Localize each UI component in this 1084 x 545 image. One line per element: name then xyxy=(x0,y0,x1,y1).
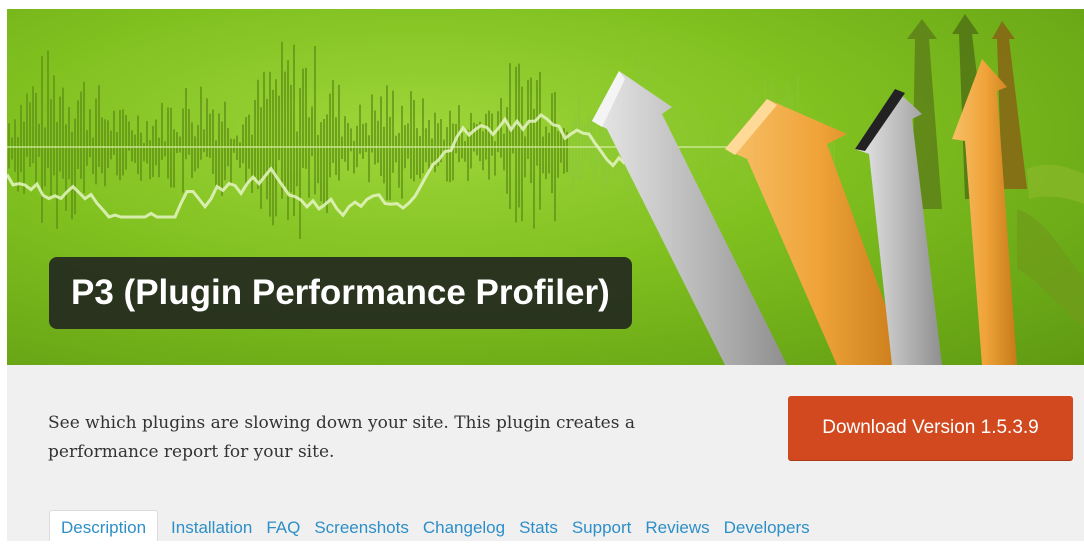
waveform-graphic xyxy=(8,41,835,239)
tab-support[interactable]: Support xyxy=(565,511,639,541)
tab-faq[interactable]: FAQ xyxy=(259,511,307,541)
plugin-tabs: Description Installation FAQ Screenshots… xyxy=(49,510,817,541)
tab-changelog[interactable]: Changelog xyxy=(416,511,512,541)
plugin-info: See which plugins are slowing down your … xyxy=(7,365,1084,541)
download-button[interactable]: Download Version 1.5.3.9 xyxy=(788,396,1073,460)
tab-screenshots[interactable]: Screenshots xyxy=(307,511,416,541)
plugin-title: P3 (Plugin Performance Profiler) xyxy=(49,257,632,329)
tab-developers[interactable]: Developers xyxy=(717,511,817,541)
tab-description[interactable]: Description xyxy=(49,510,159,541)
plugin-banner: P3 (Plugin Performance Profiler) xyxy=(7,9,1084,365)
tab-reviews[interactable]: Reviews xyxy=(638,511,716,541)
tab-stats[interactable]: Stats xyxy=(512,511,565,541)
plugin-short-description: See which plugins are slowing down your … xyxy=(48,413,635,462)
tab-installation[interactable]: Installation xyxy=(164,511,259,541)
